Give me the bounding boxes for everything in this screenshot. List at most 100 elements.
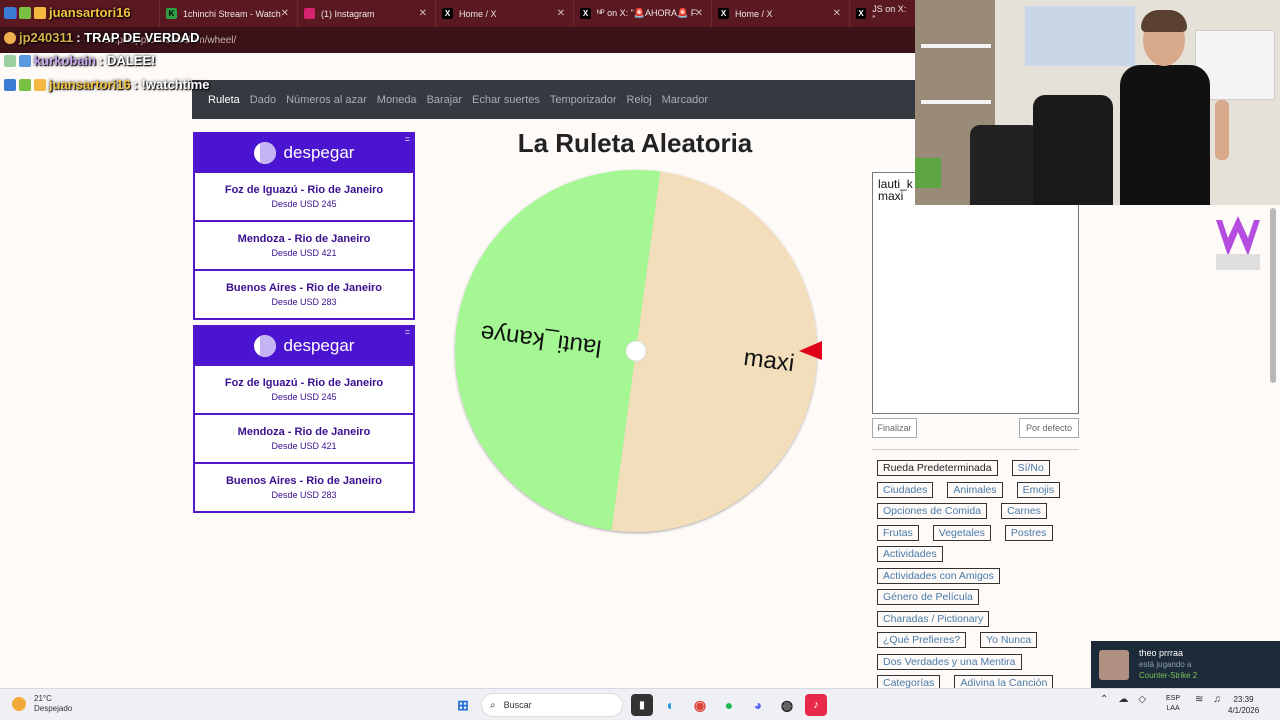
route-title: Mendoza - Rio de Janeiro <box>237 233 371 245</box>
instagram-icon <box>304 8 315 19</box>
wheel-center-dot <box>625 340 647 362</box>
ad-route[interactable]: Foz de Iguazú - Rio de Janeiro Desde USD… <box>195 171 413 220</box>
chat-message: : DALEE! <box>99 53 156 68</box>
weather-widget[interactable]: 21°C Despejado <box>12 694 72 714</box>
default-button[interactable]: Por defecto <box>1019 418 1079 438</box>
entries-textarea[interactable]: lauti_k maxi <box>872 172 1079 414</box>
ad-menu-icon[interactable]: = <box>405 327 410 337</box>
x-icon: X <box>718 8 729 19</box>
wifi-icon[interactable]: ≋ <box>1195 694 1203 705</box>
tab-3[interactable]: X Home / X ✕ <box>436 0 574 27</box>
language-indicator[interactable]: ESP LAA <box>1166 694 1180 714</box>
page-title: La Ruleta Aleatoria <box>517 128 753 158</box>
preset-button[interactable]: Carnes <box>1001 503 1047 519</box>
tab-4[interactable]: X ᴺᴾ on X: "🚨AHORA🚨 F ✕ <box>574 0 712 27</box>
edge-icon[interactable]: ◐ <box>660 694 682 716</box>
tab-5[interactable]: X Home / X ✕ <box>712 0 850 27</box>
nav-barajar[interactable]: Barajar <box>427 94 462 106</box>
ad-header[interactable]: despegar = <box>195 134 413 171</box>
webcam-poster <box>1025 6 1135 66</box>
chevron-up-icon[interactable]: ⌃ <box>1100 694 1108 705</box>
ad-route[interactable]: Buenos Aires - Rio de Janeiro Desde USD … <box>195 462 413 511</box>
ad-route[interactable]: Foz de Iguazú - Rio de Janeiro Desde USD… <box>195 364 413 413</box>
discord-icon[interactable]: ◕ <box>747 694 769 716</box>
badge-icon <box>19 78 31 91</box>
nav-ruleta[interactable]: Ruleta <box>208 94 240 106</box>
preset-button[interactable]: Género de Película <box>877 589 979 605</box>
preset-button[interactable]: Sí/No <box>1011 460 1050 476</box>
nav-echar-suertes[interactable]: Echar suertes <box>472 94 540 106</box>
ad-menu-icon[interactable]: = <box>405 134 410 144</box>
nav-marcador[interactable]: Marcador <box>662 94 708 106</box>
spotify-icon[interactable]: ● <box>718 694 740 716</box>
spin-wheel[interactable]: lauti_kanye maxi <box>450 168 822 536</box>
tab-label: ᴺᴾ on X: "🚨AHORA🚨 F <box>597 8 697 18</box>
cloud-icon[interactable]: ☁ <box>1118 694 1128 705</box>
badge-icon <box>4 54 16 67</box>
ad-route[interactable]: Mendoza - Rio de Janeiro Desde USD 421 <box>195 413 413 462</box>
route-title: Buenos Aires - Rio de Janeiro <box>225 282 383 294</box>
weather-temp: 21°C <box>34 694 52 703</box>
tab-label: Home / X <box>735 8 773 19</box>
preset-button[interactable]: Dos Verdades y una Mentira <box>877 653 1022 670</box>
close-icon[interactable]: ✕ <box>833 8 841 19</box>
notification-game: Counter-Strike 2 <box>1139 671 1198 680</box>
webcam-streamer <box>1120 65 1210 205</box>
ad-header[interactable]: despegar = <box>195 327 413 364</box>
badge-icon <box>4 6 16 19</box>
preset-button[interactable]: Emojis <box>1016 481 1061 498</box>
tab-1[interactable]: K 1chinchi Stream - Watch ✕ <box>160 0 298 27</box>
taskbar-search[interactable]: ⌕ Buscar <box>481 693 623 717</box>
close-icon[interactable]: ✕ <box>419 8 427 19</box>
preset-button[interactable]: Actividades <box>877 546 943 562</box>
ad-banner[interactable]: despegar = Foz de Iguazú - Rio de Janeir… <box>193 132 415 320</box>
nav-numeros[interactable]: Números al azar <box>286 94 367 106</box>
preset-button[interactable]: Ciudades <box>877 481 934 498</box>
route-title: Foz de Iguazú - Rio de Janeiro <box>224 184 384 196</box>
x-icon: X <box>856 8 867 19</box>
task-view-icon[interactable]: ▮ <box>631 694 653 716</box>
nav-reloj[interactable]: Reloj <box>627 94 652 106</box>
divider <box>872 449 1079 450</box>
finish-button[interactable]: Finalizar <box>872 418 917 438</box>
chrome-icon[interactable]: ◉ <box>689 694 711 716</box>
preset-button[interactable]: Postres <box>1004 524 1053 541</box>
volume-icon[interactable]: ♫ <box>1213 694 1221 705</box>
preset-button[interactable]: Vegetales <box>932 524 991 541</box>
preset-button[interactable]: Charadas / Pictionary <box>877 610 990 627</box>
preset-button[interactable]: ¿Qué Prefieres? <box>877 632 967 648</box>
preset-button[interactable]: Rueda Predeterminada <box>877 460 998 476</box>
preset-button[interactable]: Actividades con Amigos <box>877 567 1000 584</box>
preset-button[interactable]: Frutas <box>877 524 919 541</box>
windows-start-icon[interactable]: ⊞ <box>452 694 474 716</box>
chat-username: kurkobain <box>34 53 97 68</box>
network-icon[interactable]: ◇ <box>1138 694 1146 705</box>
nav-dado[interactable]: Dado <box>250 94 276 106</box>
nav-moneda[interactable]: Moneda <box>377 94 417 106</box>
taskbar-apps: ⊞ ⌕ Buscar ▮ ◐ ◉ ● ◕ ◍ ♪ <box>452 693 834 717</box>
game-notification[interactable]: theo prrraa está jugando a Counter-Strik… <box>1091 641 1280 688</box>
badge-icon <box>19 54 31 67</box>
tab-2[interactable]: (1) Instagram ✕ <box>298 0 436 27</box>
tab-6[interactable]: X JS on X: " <box>850 0 915 27</box>
route-title: Buenos Aires - Rio de Janeiro <box>225 475 383 487</box>
nav-temporizador[interactable]: Temporizador <box>550 94 617 106</box>
x-icon: X <box>580 8 591 19</box>
preset-button[interactable]: Yo Nunca <box>980 632 1038 648</box>
preset-button[interactable]: Opciones de Comida <box>877 503 988 519</box>
preset-button[interactable]: Animales <box>947 481 1003 498</box>
close-icon[interactable]: ✕ <box>557 8 565 19</box>
chat-username: jp240311 <box>19 30 74 45</box>
system-tray: ⌃ ☁ ◇ <box>1100 694 1156 705</box>
close-icon[interactable]: ✕ <box>281 8 289 19</box>
ad-banner[interactable]: despegar = Foz de Iguazú - Rio de Janeir… <box>193 325 415 513</box>
webcam-shelf-board <box>921 44 991 48</box>
tiktok-icon[interactable]: ♪ <box>805 694 827 716</box>
ad-route[interactable]: Buenos Aires - Rio de Janeiro Desde USD … <box>195 269 413 318</box>
page-scrollbar[interactable] <box>1270 208 1276 383</box>
ad-route[interactable]: Mendoza - Rio de Janeiro Desde USD 421 <box>195 220 413 269</box>
taskbar-clock[interactable]: 23:39 4/1/2026 <box>1228 694 1259 716</box>
close-icon[interactable]: ✕ <box>695 8 703 19</box>
screen: K 1chinchi Stream - Watch ✕ (1) Instagra… <box>0 0 1280 720</box>
obs-icon[interactable]: ◍ <box>776 694 798 716</box>
